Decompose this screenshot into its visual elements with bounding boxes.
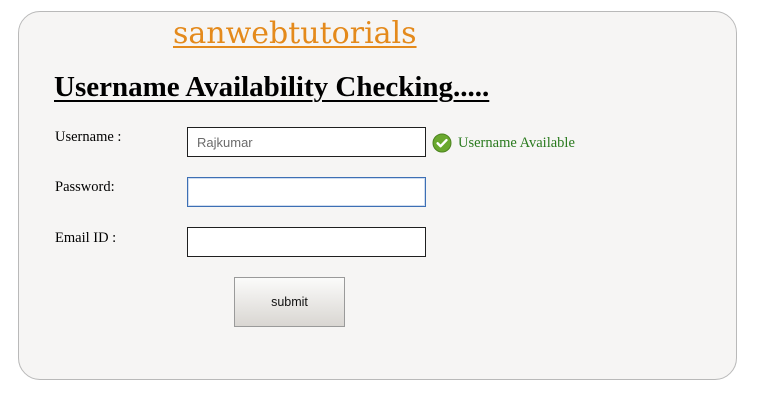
username-label: Username : (55, 129, 122, 145)
check-circle-icon (432, 133, 452, 153)
page-title: Username Availability Checking..... (54, 71, 490, 103)
email-label: Email ID : (55, 230, 117, 246)
username-input[interactable] (187, 127, 426, 157)
submit-button[interactable]: submit (234, 277, 345, 327)
username-status: Username Available (432, 132, 575, 154)
brand-logo[interactable]: sanwebtutorials (173, 14, 417, 54)
email-input[interactable] (187, 227, 426, 257)
username-status-text: Username Available (458, 134, 575, 151)
password-label: Password: (55, 179, 115, 195)
password-input[interactable] (187, 177, 426, 207)
